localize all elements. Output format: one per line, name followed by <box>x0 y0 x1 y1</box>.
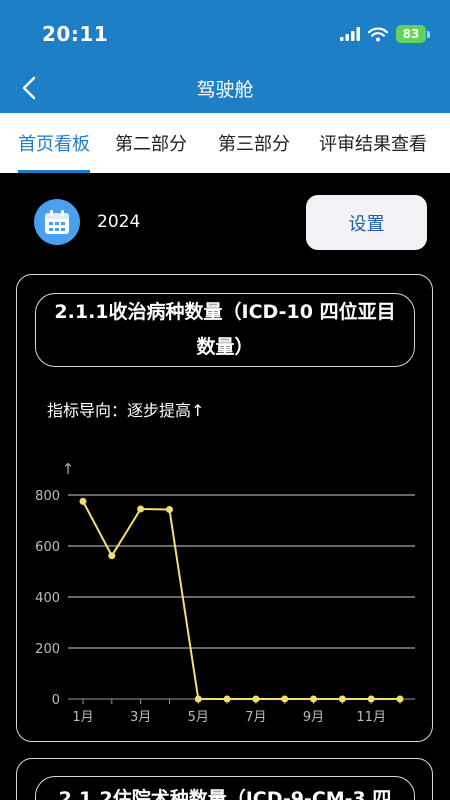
y-tick-label: 800 <box>35 489 60 504</box>
data-point <box>79 497 87 505</box>
settings-button[interactable]: 设置 <box>306 195 427 250</box>
x-tick-label: 3月 <box>130 710 151 725</box>
status-icons: 83 <box>340 24 430 44</box>
card-title-2: 2.1.2住院术种数量（ICD-9-CM-3 四 <box>35 776 415 800</box>
tab-bar: 首页看板 第二部分 第三部分 评审结果查看 <box>0 113 450 173</box>
battery-tip <box>427 30 430 38</box>
battery-icon: 83 <box>396 25 430 43</box>
x-tick-label: 5月 <box>188 710 209 725</box>
series-line <box>82 500 400 700</box>
data-point <box>338 695 346 703</box>
x-tick-label: 7月 <box>245 710 266 725</box>
x-tick-label: 1月 <box>72 710 93 725</box>
wifi-icon <box>368 27 388 41</box>
data-point <box>223 695 231 703</box>
data-point <box>252 695 260 703</box>
line-chart: ↑ 0 200 400 600 800 1月 3月 5月 7月 9月 11月 <box>35 460 415 725</box>
card-title: 2.1.1收治病种数量（ICD-10 四位亚目数量） <box>35 293 415 367</box>
calendar-icon <box>45 210 69 234</box>
data-point <box>281 695 289 703</box>
data-point <box>194 695 202 703</box>
calendar-button[interactable] <box>34 199 80 245</box>
data-point <box>396 695 404 703</box>
indicator-direction: 指标导向：逐步提高↑ <box>47 401 205 420</box>
data-point <box>165 506 173 514</box>
tab-review-results[interactable]: 评审结果查看 <box>319 113 427 173</box>
tab-part-three[interactable]: 第三部分 <box>218 113 290 173</box>
y-tick-label: 600 <box>35 540 60 555</box>
y-tick-label: 0 <box>52 693 60 708</box>
data-point <box>137 505 145 513</box>
status-time: 20:11 <box>42 22 109 46</box>
signal-icon <box>340 27 360 41</box>
x-tick-label: 11月 <box>356 710 386 725</box>
year-label: 2024 <box>97 212 141 232</box>
data-point <box>310 695 318 703</box>
app-header: 20:11 83 驾驶舱 <box>0 0 450 113</box>
tab-part-two[interactable]: 第二部分 <box>115 113 187 173</box>
y-tick-label: 400 <box>35 591 60 606</box>
data-point <box>367 695 375 703</box>
x-tick-label: 9月 <box>303 710 324 725</box>
y-tick-label: 200 <box>35 642 60 657</box>
tab-dashboard[interactable]: 首页看板 <box>18 113 90 173</box>
data-point <box>108 552 116 560</box>
y-axis-arrow: ↑ <box>62 460 75 478</box>
battery-level: 83 <box>396 25 426 43</box>
page-title: 驾驶舱 <box>196 79 254 101</box>
